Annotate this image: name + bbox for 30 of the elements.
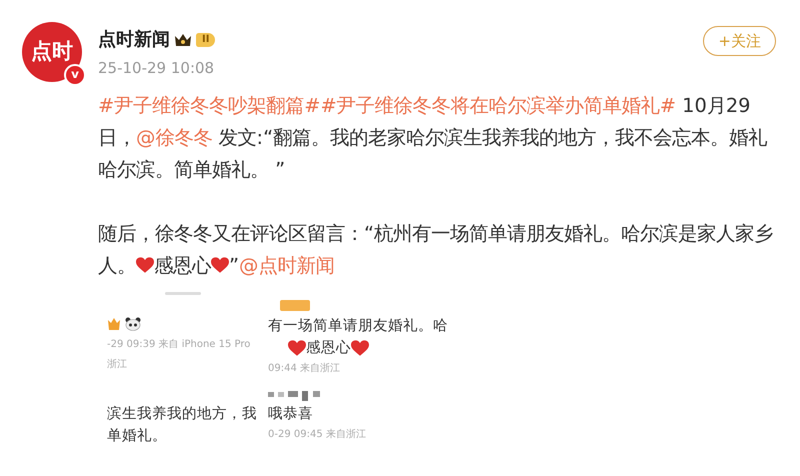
hashtag-link[interactable]: #尹子维徐冬冬吵架翻篇# xyxy=(98,94,320,117)
comment-text: 单婚礼。 xyxy=(106,427,168,446)
crown-icon xyxy=(174,32,192,46)
verified-badge: v xyxy=(64,64,86,86)
avatar-text: 点时 xyxy=(31,38,73,66)
heart-icon xyxy=(288,340,306,356)
comment-meta: 0-29 09:45 来自浙江 xyxy=(267,428,367,442)
heart-icon xyxy=(351,340,369,356)
post-time: 25-10-29 10:08 xyxy=(98,58,216,79)
comment-meta: 09:44 来自浙江 xyxy=(267,362,341,376)
mention-link[interactable]: @徐冬冬 xyxy=(136,126,212,149)
comment-text: 有一场简单请朋友婚礼。哈 xyxy=(267,317,449,336)
heart-icon xyxy=(136,257,154,274)
post-text: #尹子维徐冬冬吵架翻篇##尹子维徐冬冬将在哈尔滨举办简单婚礼# 10月29日，@徐冬冬 发文:“翻篇。我的老家哈尔滨生我养我的地方，我不会忘本。婚礼哈尔滨。简单婚礼。 ” xyxy=(98,93,768,183)
hashtag-link[interactable]: #尹子维徐冬冬将在哈尔滨举办简单婚礼# xyxy=(320,94,676,117)
crown-icon xyxy=(107,317,121,331)
comment-text: 感恩心 xyxy=(306,338,351,358)
comment-text: 滨生我养我的地方，我 xyxy=(106,404,258,424)
follow-button[interactable]: +关注 xyxy=(703,26,776,56)
comment-meta: 浙江 xyxy=(106,358,128,372)
comment-meta: -29 09:39 来自 iPhone 15 Pro xyxy=(106,338,252,352)
drag-handle xyxy=(165,292,201,295)
panda-icon xyxy=(125,317,141,331)
post-text: 随后，徐冬冬又在评论区留言：“杭州有一场简单请朋友婚礼。哈尔滨是家人家乡人。 感恩心 ”@点时新闻 xyxy=(98,221,774,279)
heart-icon xyxy=(211,257,229,274)
comment-text: 哦恭喜 xyxy=(267,405,314,424)
tag-icon xyxy=(280,300,310,311)
level-badge: II xyxy=(196,32,216,46)
author-name[interactable]: 点时新闻 xyxy=(98,26,170,53)
mention-link[interactable]: @点时新闻 xyxy=(239,254,334,277)
